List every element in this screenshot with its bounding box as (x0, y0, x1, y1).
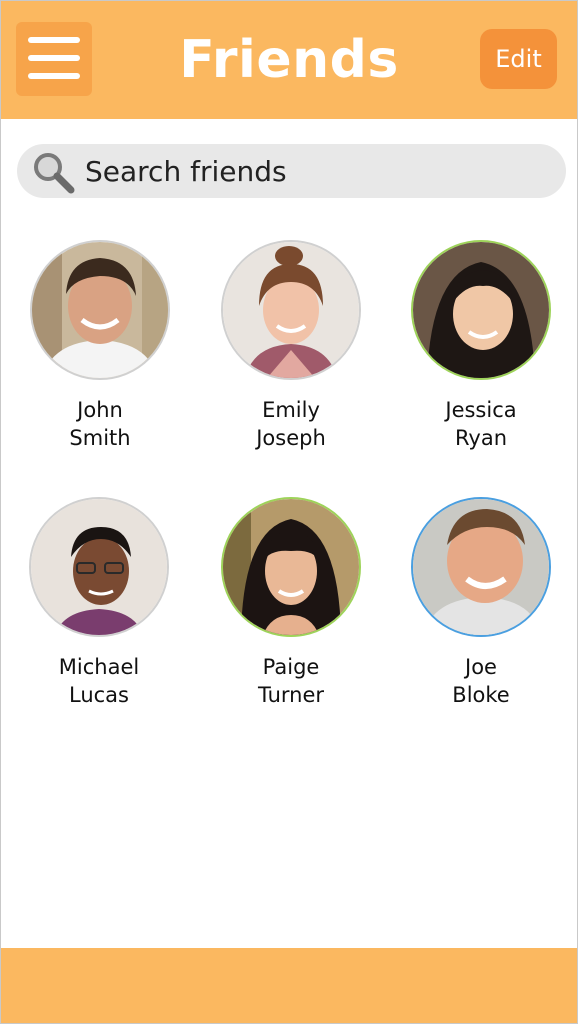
app-frame: Friends Edit John Smith (0, 0, 578, 1024)
avatar (221, 240, 361, 380)
friend-first-name: Joe (465, 655, 497, 679)
friend-last-name: Smith (69, 426, 131, 450)
friend-name: Emily Joseph (197, 396, 385, 452)
friend-first-name: Michael (58, 655, 140, 679)
menu-button[interactable] (16, 22, 92, 96)
search-bar[interactable] (17, 144, 566, 198)
friend-last-name: Lucas (69, 683, 129, 707)
friend-card[interactable]: Joe Bloke (387, 497, 577, 727)
friend-card[interactable]: Jessica Ryan (387, 240, 577, 470)
avatar (411, 240, 551, 380)
search-input[interactable] (85, 144, 545, 198)
friend-card[interactable]: Emily Joseph (197, 240, 387, 470)
friend-first-name: John (77, 398, 123, 422)
hamburger-menu-icon-bar (28, 55, 80, 61)
search-icon (34, 153, 75, 194)
friend-last-name: Turner (257, 683, 325, 707)
footer-bar (1, 948, 577, 1023)
edit-button[interactable]: Edit (480, 29, 557, 89)
avatar (411, 497, 551, 637)
page-title: Friends (179, 30, 399, 90)
friend-last-name: Ryan (454, 426, 508, 450)
hamburger-menu-icon (28, 37, 80, 43)
hamburger-menu-icon-bar (28, 73, 80, 79)
friend-first-name: Emily (262, 398, 320, 422)
friend-name: John Smith (6, 396, 194, 452)
friend-name: Paige Turner (197, 653, 385, 709)
avatar (30, 240, 170, 380)
friend-first-name: Jessica (445, 398, 517, 422)
avatar (29, 497, 169, 637)
friend-name: Michael Lucas (5, 653, 193, 709)
friend-card[interactable]: Michael Lucas (5, 497, 195, 727)
friend-card[interactable]: John Smith (6, 240, 196, 470)
friend-card[interactable]: Paige Turner (197, 497, 387, 727)
avatar (221, 497, 361, 637)
header-bar: Friends Edit (1, 1, 577, 119)
friend-name: Jessica Ryan (387, 396, 575, 452)
friend-name: Joe Bloke (387, 653, 575, 709)
friend-last-name: Bloke (452, 683, 510, 707)
friend-first-name: Paige (262, 655, 320, 679)
friend-last-name: Joseph (256, 426, 326, 450)
